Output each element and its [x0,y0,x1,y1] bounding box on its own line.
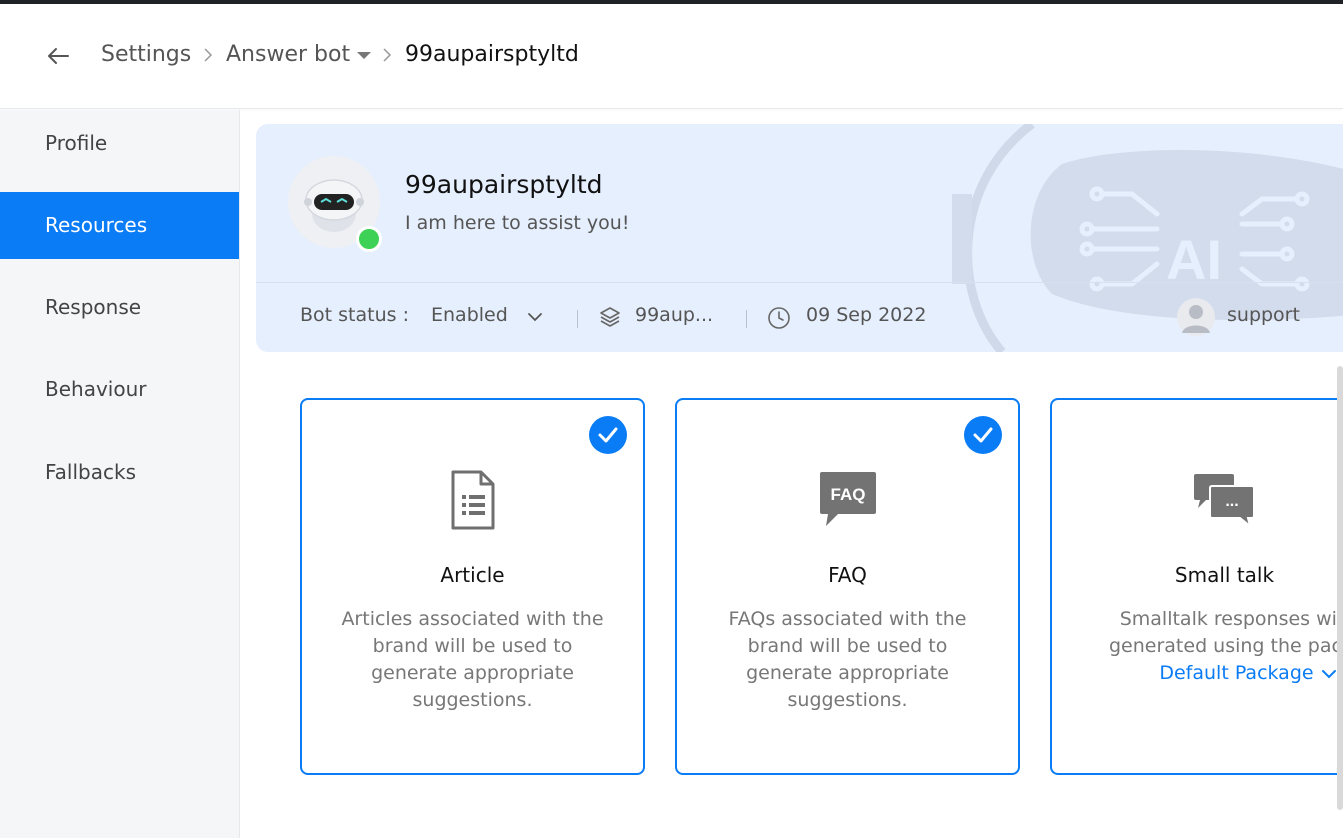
faq-icon: FAQ [819,472,876,526]
chevron-right-icon [204,48,213,62]
resource-card-small-talk[interactable]: ... Small talk Smalltalk responses will … [1050,398,1343,775]
checkmark-icon[interactable] [964,416,1002,454]
resource-description: Articles associated with the brand will … [341,608,604,711]
breadcrumb-answer-bot[interactable]: Answer bot [226,42,350,67]
bot-status-dropdown[interactable]: Enabled [431,304,508,326]
layers-icon [600,307,620,327]
resource-card-article[interactable]: Article Articles associated with the bra… [300,398,645,775]
sidebar-item-fallbacks[interactable]: Fallbacks [0,439,239,506]
bot-created-date: 09 Sep 2022 [806,304,927,326]
page-header: Settings Answer bot 99aupairsptyltd [0,4,1343,109]
svg-text:...: ... [1225,493,1238,510]
chevron-down-icon[interactable] [1320,667,1338,681]
checkmark-icon[interactable] [589,416,627,454]
breadcrumb-settings[interactable]: Settings [101,42,191,67]
card-divider [256,282,1343,283]
sidebar: Profile Resources Response Behaviour Fal… [0,110,240,838]
resource-title: Small talk [1174,563,1275,587]
bot-info-card: AI 99aupairsptyltd I am here to assist y… [256,124,1343,352]
clock-icon [768,307,790,329]
back-arrow-icon[interactable] [44,42,72,70]
bot-tagline: I am here to assist you! [405,212,630,234]
resource-title: Article [440,563,505,587]
user-avatar-icon [1177,298,1215,336]
article-icon [451,470,494,530]
sidebar-item-profile[interactable]: Profile [0,110,239,177]
svg-text:FAQ: FAQ [830,485,865,504]
bot-status-label: Bot status : [300,304,409,326]
package-dropdown[interactable]: Default Package [1159,662,1313,684]
bot-brand: 99aup... [635,304,714,326]
online-status-dot [356,226,382,252]
chevron-right-icon [383,48,392,62]
bot-name: 99aupairsptyltd [405,170,603,199]
resource-description: Smalltalk responses will be generated us… [1109,608,1343,684]
breadcrumb-current: 99aupairsptyltd [405,42,579,67]
sidebar-item-response[interactable]: Response [0,274,239,341]
bot-owner: support [1227,304,1300,326]
dropdown-caret-icon[interactable] [357,52,371,59]
status-separator [746,310,747,328]
status-separator [577,310,578,328]
resource-title: FAQ [828,563,867,587]
scrollbar[interactable] [1337,366,1343,810]
chevron-down-icon[interactable] [526,310,544,324]
chat-bubbles-icon: ... [1194,474,1255,529]
resource-card-faq[interactable]: FAQ FAQ FAQs associated with the brand w… [675,398,1020,775]
sidebar-item-behaviour[interactable]: Behaviour [0,356,239,423]
resource-description: FAQs associated with the brand will be u… [728,608,967,711]
sidebar-item-resources[interactable]: Resources [0,192,239,259]
